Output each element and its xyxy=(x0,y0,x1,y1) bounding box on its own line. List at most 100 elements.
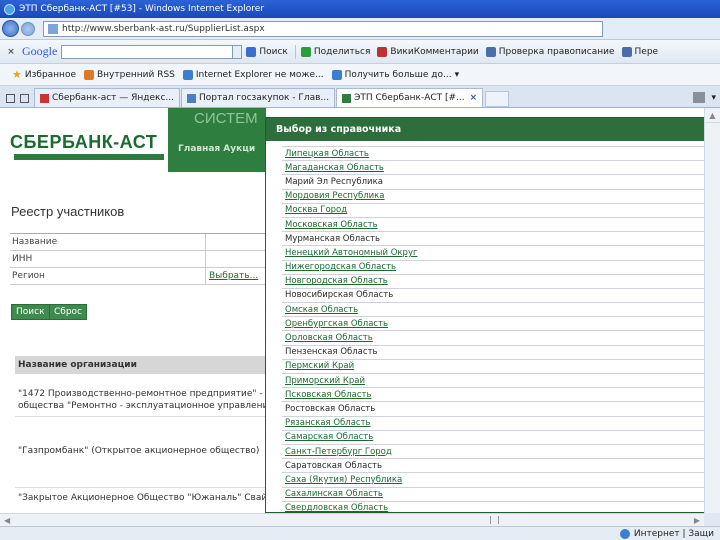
table-row[interactable]: "1472 Производственно-ремонтное предприя… xyxy=(15,374,275,417)
list-item[interactable]: Новосибирская Область xyxy=(282,289,716,304)
quick-tabs-icon[interactable] xyxy=(6,94,15,103)
list-item[interactable]: Псковская Область xyxy=(282,388,716,403)
ie-more-icon xyxy=(331,69,342,80)
spellcheck-button[interactable]: Проверка правописание xyxy=(485,46,615,57)
new-tab-button[interactable] xyxy=(485,91,510,107)
toolbar-divider xyxy=(294,44,296,59)
spellcheck-label: Проверка правописание xyxy=(498,46,615,57)
site-header-band: СИСТЕМ Главная Аукци xyxy=(168,108,266,172)
scroll-up-icon[interactable]: ▲ xyxy=(705,108,720,123)
list-item[interactable]: Пермский Край xyxy=(282,360,716,374)
scroll-left-icon[interactable]: ◀ xyxy=(4,516,10,525)
list-item[interactable]: Саха (Якутия) Республика xyxy=(282,473,716,488)
site-logo: СБЕРБАНК-АСТ xyxy=(10,132,158,152)
search-label: Поиск xyxy=(259,46,288,57)
list-item[interactable]: Пензенская Область xyxy=(282,346,716,360)
share-button[interactable]: Поделиться xyxy=(300,46,371,57)
spellcheck-icon xyxy=(485,46,496,57)
list-item[interactable]: Ненецкий Автономный Округ xyxy=(282,246,716,261)
tab-zakupki[interactable]: Портал госзакупок - Глав... xyxy=(181,88,336,107)
tab-quick-icons xyxy=(0,94,34,107)
horizontal-scrollbar[interactable]: ◀ ▶ xyxy=(0,513,704,526)
list-item[interactable]: Самарская Область xyxy=(282,431,716,445)
table-row[interactable]: "Закрытое Акционерное Общество "Южаналь"… xyxy=(15,488,275,508)
name-label: Название xyxy=(10,234,206,250)
forward-icon[interactable] xyxy=(21,21,35,36)
tab-yandex[interactable]: Сбербанк-аст — Яндекс... xyxy=(34,88,181,107)
list-item[interactable]: Оренбургская Область xyxy=(282,317,716,332)
vertical-scrollbar[interactable]: ▲ xyxy=(704,108,720,513)
header-system-text: СИСТЕМ xyxy=(194,110,258,127)
url-text: http://www.sberbank-ast.ru/SupplierList.… xyxy=(62,23,265,34)
list-item[interactable]: Московская Область xyxy=(282,218,716,233)
table-cell: "Закрытое Акционерное Общество "Южаналь"… xyxy=(18,493,275,503)
favorite-ie[interactable]: Internet Explorer не може... xyxy=(182,69,324,80)
list-item[interactable]: Липецкая Область xyxy=(282,147,716,162)
wiki-icon xyxy=(377,46,388,57)
chevron-down-icon[interactable]: ▾ xyxy=(711,93,716,103)
dialog-title: Выбор из справочника xyxy=(266,118,719,141)
favorite-rss-label: Внутренний RSS xyxy=(96,69,175,80)
favorites-button[interactable]: ★ Избранное xyxy=(12,68,76,81)
favorite-ie-label: Internet Explorer не може... xyxy=(195,69,324,80)
scroll-right-icon[interactable]: ▶ xyxy=(694,516,700,525)
list-item[interactable]: Омская Область xyxy=(282,303,716,318)
favorite-rss[interactable]: Внутренний RSS xyxy=(83,69,175,80)
list-item[interactable]: Мурманская Область xyxy=(282,232,716,247)
region-list: Липецкая Область Магаданская Область Марий… xyxy=(282,141,716,512)
search-button[interactable]: Поиск xyxy=(246,46,288,57)
back-icon[interactable] xyxy=(2,20,19,37)
list-item[interactable]: Санкт-Петербург Город xyxy=(282,445,716,460)
name-field[interactable] xyxy=(206,234,270,250)
table-cell: "Газпромбанк" (Открытое акционерное обще… xyxy=(18,446,260,456)
inn-field[interactable] xyxy=(206,251,270,267)
list-item[interactable]: Ростовская Область xyxy=(282,402,716,417)
tab-sberbank-ast[interactable]: ЭТП Сбербанк-АСТ [#... × xyxy=(336,88,484,107)
favorites-bar: ★ Избранное Внутренний RSS Internet Explo… xyxy=(0,64,720,86)
close-toolbar-icon[interactable]: × xyxy=(4,47,18,57)
inn-label: ИНН xyxy=(10,251,206,267)
wiki-button[interactable]: ВикиКомментарии xyxy=(377,46,479,57)
list-item[interactable]: Сахалинская Область xyxy=(282,488,716,502)
list-item[interactable]: Новгородская Область xyxy=(282,275,716,289)
tab-label: Сбербанк-аст — Яндекс... xyxy=(52,93,175,103)
list-item[interactable]: Приморский Край xyxy=(282,374,716,389)
share-label: Поделиться xyxy=(313,46,371,57)
region-label: Регион xyxy=(10,268,206,284)
close-tab-icon[interactable]: × xyxy=(470,93,478,103)
favorites-label: Избранное xyxy=(24,69,76,80)
reset-button[interactable]: Сброс xyxy=(49,304,88,320)
scroll-thumb[interactable] xyxy=(490,516,499,524)
favorite-more-label: Получить больше до... xyxy=(344,69,452,80)
search-icon xyxy=(246,46,257,57)
google-toolbar: × Google Поиск Поделиться ВикиКомментари… xyxy=(0,40,720,64)
next-label: Пере xyxy=(634,46,659,57)
list-item[interactable]: Магаданская Область xyxy=(282,161,716,176)
table-header: Название организации xyxy=(15,356,275,374)
list-item[interactable]: Марий Эл Республика xyxy=(282,175,716,190)
home-icon[interactable] xyxy=(693,92,706,103)
next-button[interactable]: Пере xyxy=(621,46,659,57)
status-bar: Интернет | Защи xyxy=(0,526,720,540)
choose-region-link[interactable]: Выбрать... xyxy=(206,268,270,284)
filter-form: Название ИНН Регион Выбрать... xyxy=(10,233,270,285)
list-item[interactable]: Орловская Область xyxy=(282,331,716,346)
tab-right-tools: ▾ xyxy=(693,92,720,107)
search-form-button[interactable]: Поиск xyxy=(11,304,50,320)
google-search-input[interactable] xyxy=(61,44,234,59)
list-item[interactable]: Рязанская Область xyxy=(282,417,716,431)
google-dropdown[interactable] xyxy=(233,44,243,59)
list-item[interactable]: Нижегородская Область xyxy=(282,261,716,275)
rss-icon xyxy=(83,69,94,80)
url-field[interactable]: http://www.sberbank-ast.ru/SupplierList.… xyxy=(43,20,603,37)
main-nav[interactable]: Главная Аукци xyxy=(178,144,255,154)
list-item[interactable]: Саратовская Область xyxy=(282,459,716,474)
list-item[interactable]: Москва Город xyxy=(282,204,716,218)
list-item[interactable]: Свердловская Область xyxy=(282,502,716,512)
list-item[interactable]: Мордовия Республика xyxy=(282,190,716,204)
yandex-icon xyxy=(40,93,49,103)
star-icon: ★ xyxy=(12,68,22,81)
favorite-more[interactable]: Получить больше до... ▾ xyxy=(331,69,459,80)
tab-list-icon[interactable] xyxy=(20,94,29,103)
table-row[interactable]: "Газпромбанк" (Открытое акционерное обще… xyxy=(15,417,275,488)
